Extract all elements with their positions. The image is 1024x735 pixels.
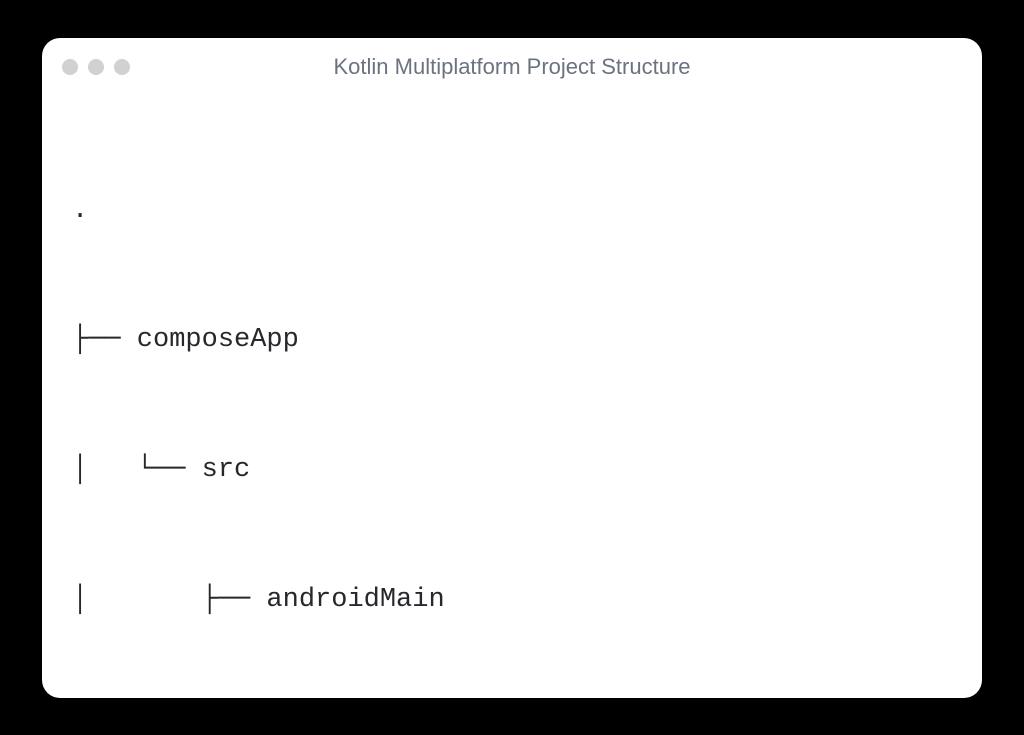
window: Kotlin Multiplatform Project Structure .…: [42, 38, 982, 698]
window-title: Kotlin Multiplatform Project Structure: [62, 54, 962, 80]
tree-line: │ ├── androidMain: [72, 579, 952, 622]
traffic-lights: [62, 59, 130, 75]
tree-line: .: [72, 190, 952, 233]
maximize-icon[interactable]: [114, 59, 130, 75]
minimize-icon[interactable]: [88, 59, 104, 75]
tree-view: . ├── composeApp │ └── src │ ├── android…: [42, 88, 982, 698]
titlebar: Kotlin Multiplatform Project Structure: [42, 38, 982, 88]
tree-line: ├── composeApp: [72, 319, 952, 362]
tree-line: │ └── src: [72, 449, 952, 492]
close-icon[interactable]: [62, 59, 78, 75]
